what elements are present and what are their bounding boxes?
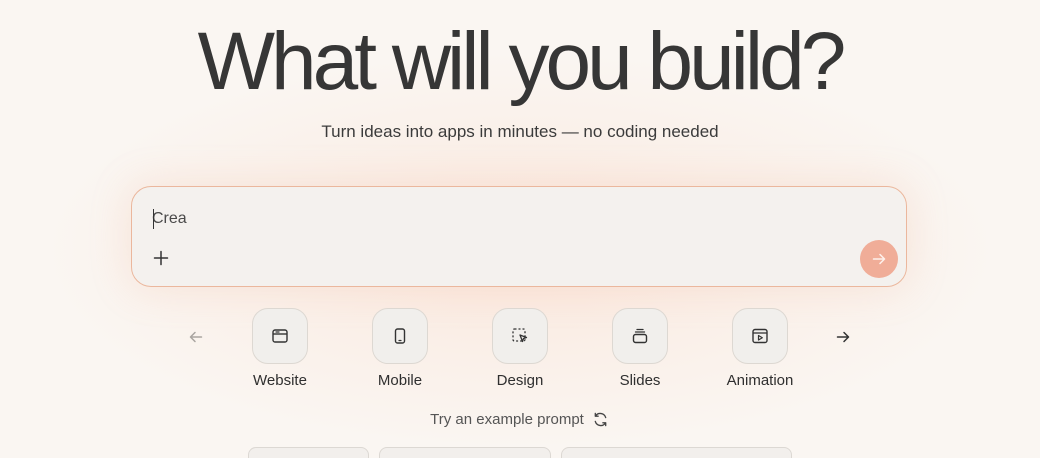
send-button[interactable] bbox=[860, 240, 898, 278]
category-tile bbox=[732, 308, 788, 364]
arrow-right-icon bbox=[872, 253, 886, 265]
category-tile bbox=[252, 308, 308, 364]
refresh-icon bbox=[594, 412, 607, 426]
prompt-input[interactable] bbox=[152, 207, 852, 231]
category-label: Design bbox=[496, 372, 544, 389]
category-label: Slides bbox=[619, 372, 661, 389]
category-animation[interactable]: Animation bbox=[705, 308, 815, 389]
smartphone-icon bbox=[394, 328, 406, 344]
example-prompt-card[interactable] bbox=[379, 447, 551, 458]
category-label: Website bbox=[253, 372, 307, 389]
stacked-slides-icon bbox=[632, 328, 648, 344]
category-tile bbox=[492, 308, 548, 364]
category-tile bbox=[612, 308, 668, 364]
category-design[interactable]: Design bbox=[465, 308, 575, 389]
video-frame-icon bbox=[752, 328, 768, 344]
category-label: Animation bbox=[726, 372, 794, 389]
category-website[interactable]: Website bbox=[225, 308, 335, 389]
page-subtitle: Turn ideas into apps in minutes — no cod… bbox=[321, 122, 719, 141]
page-title: What will you build? bbox=[197, 16, 847, 107]
refresh-button[interactable] bbox=[592, 410, 610, 428]
example-prompt-card[interactable] bbox=[561, 447, 792, 458]
arrow-right-icon bbox=[836, 331, 850, 343]
category-label: Mobile bbox=[377, 372, 423, 389]
plus-icon bbox=[153, 250, 169, 266]
example-prompt-row: Try an example prompt bbox=[0, 410, 1040, 428]
text-caret bbox=[153, 209, 154, 229]
carousel-next-button[interactable] bbox=[832, 326, 854, 348]
cursor-selection-icon bbox=[512, 328, 528, 343]
example-prompt-card[interactable] bbox=[248, 447, 369, 458]
category-mobile[interactable]: Mobile bbox=[345, 308, 455, 389]
attach-button[interactable] bbox=[150, 247, 172, 269]
example-prompt-label: Try an example prompt bbox=[430, 410, 584, 428]
prompt-box bbox=[131, 186, 907, 287]
category-tile bbox=[372, 308, 428, 364]
page: What will you build? Turn ideas into app… bbox=[0, 0, 1040, 458]
arrow-left-icon bbox=[189, 331, 203, 343]
carousel-prev-button[interactable] bbox=[185, 326, 207, 348]
category-slides[interactable]: Slides bbox=[585, 308, 695, 389]
browser-window-icon bbox=[272, 329, 288, 343]
